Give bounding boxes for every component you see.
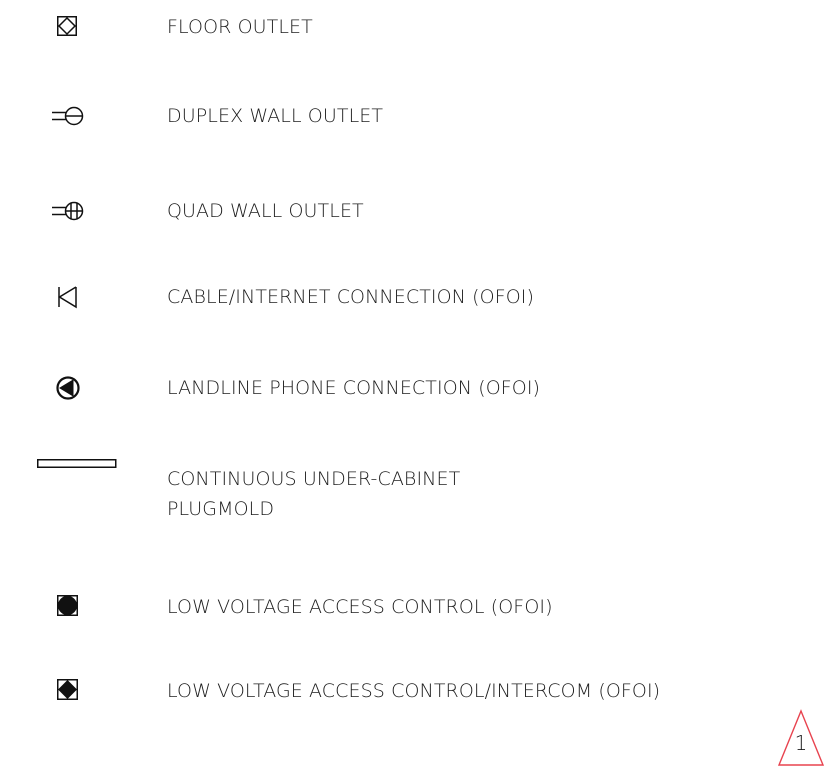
access-control-icon bbox=[57, 595, 78, 616]
symbol-legend: FLOOR OUTLET DUPLEX WALL OUTLET QUAD WAL… bbox=[0, 0, 825, 767]
revision-number: 1 bbox=[794, 731, 808, 755]
legend-label-quad-wall-outlet: QUAD WALL OUTLET bbox=[167, 200, 364, 222]
legend-label-access-control-intercom: LOW VOLTAGE ACCESS CONTROL/INTERCOM (OFO… bbox=[167, 680, 661, 702]
landline-phone-connection-icon bbox=[56, 376, 80, 400]
legend-label-duplex-wall-outlet: DUPLEX WALL OUTLET bbox=[167, 105, 384, 127]
legend-label-floor-outlet: FLOOR OUTLET bbox=[167, 16, 313, 38]
legend-label-plugmold-line1: CONTINUOUS UNDER-CABINET bbox=[167, 468, 461, 490]
cable-internet-connection-icon bbox=[58, 286, 77, 309]
legend-label-plugmold: CONTINUOUS UNDER-CABINET PLUGMOLD bbox=[167, 464, 460, 524]
plugmold-icon bbox=[37, 459, 117, 468]
floor-outlet-icon bbox=[57, 16, 77, 36]
legend-label-plugmold-line2: PLUGMOLD bbox=[167, 498, 275, 520]
access-control-intercom-icon bbox=[57, 679, 78, 700]
duplex-wall-outlet-icon bbox=[52, 106, 84, 126]
legend-label-access-control: LOW VOLTAGE ACCESS CONTROL (OFOI) bbox=[167, 596, 553, 618]
quad-wall-outlet-icon bbox=[52, 201, 84, 221]
legend-label-landline-phone-connection: LANDLINE PHONE CONNECTION (OFOI) bbox=[167, 377, 541, 399]
legend-label-cable-internet-connection: CABLE/INTERNET CONNECTION (OFOI) bbox=[167, 286, 534, 308]
